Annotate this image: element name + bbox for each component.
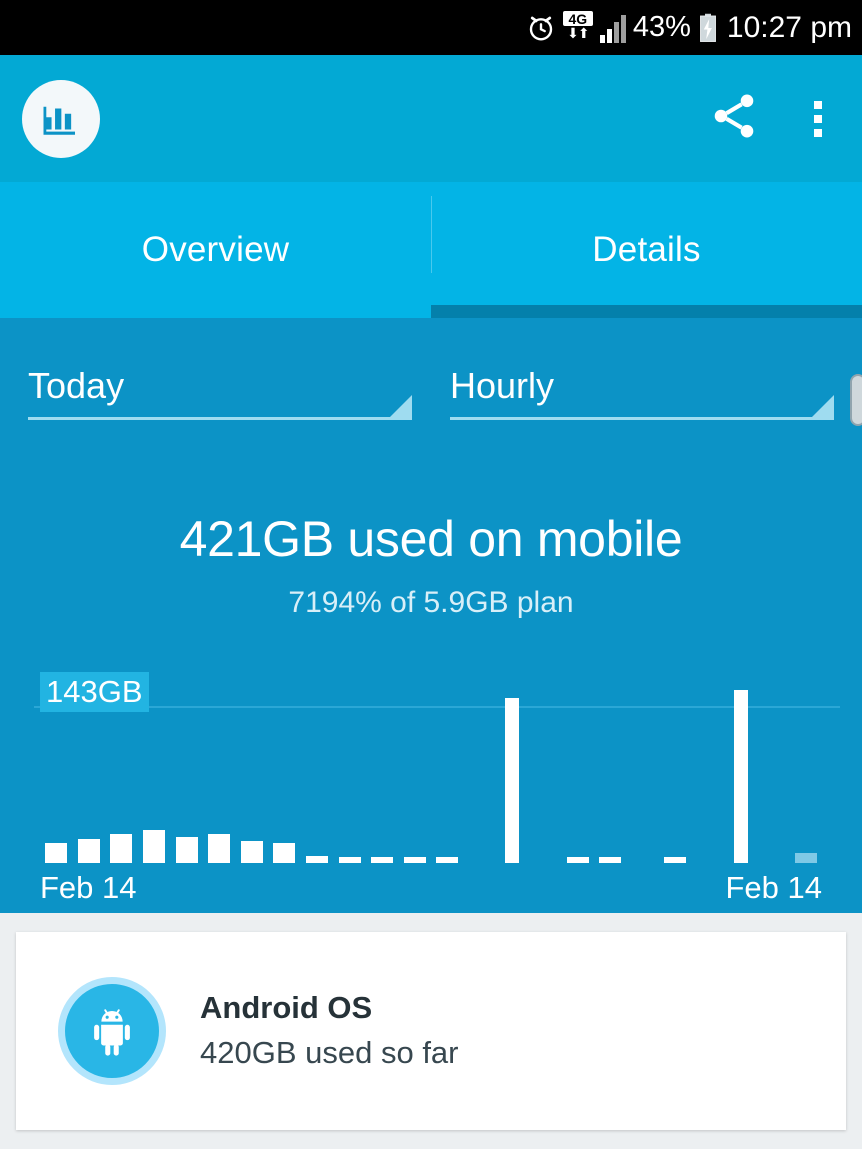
chart-bar <box>567 857 589 863</box>
usage-subline: 7194% of 5.9GB plan <box>0 586 862 620</box>
chart-bar <box>143 830 165 863</box>
chart-bar <box>241 841 263 863</box>
battery-percent-label: 43% <box>633 11 691 44</box>
clock-label: 10:27 pm <box>727 11 852 45</box>
bar-chart-logo-icon[interactable] <box>22 80 100 158</box>
chart-bar-current <box>795 853 817 863</box>
chart-bar <box>339 857 361 863</box>
app-name-label: Android OS <box>200 986 459 1030</box>
period-spinner[interactable]: Today <box>28 358 412 420</box>
dropdown-caret-icon <box>390 395 412 417</box>
overflow-menu-icon[interactable] <box>808 95 828 143</box>
app-usage-label: 420GB used so far <box>200 1030 459 1076</box>
alarm-clock-icon <box>526 13 556 43</box>
tab-overview[interactable]: Overview <box>0 182 431 318</box>
tab-details-label: Details <box>592 230 700 270</box>
granularity-spinner-value: Hourly <box>450 358 834 414</box>
network-type-label: 4G <box>563 11 593 26</box>
tab-details[interactable]: Details <box>431 182 862 318</box>
chart-bar <box>45 843 67 863</box>
chart-bar <box>371 857 393 863</box>
chart-bar <box>208 834 230 863</box>
chart-bar <box>599 857 621 863</box>
chart-bar <box>734 690 748 863</box>
tab-divider <box>431 196 432 273</box>
chart-bar <box>505 698 519 863</box>
chart-bar <box>306 856 328 863</box>
chart-bar <box>176 837 198 863</box>
filter-row: Today Hourly <box>0 358 862 420</box>
usage-headline: 421GB used on mobile <box>0 510 862 568</box>
chart-bar <box>404 857 426 863</box>
app-usage-list: Android OS 420GB used so far <box>0 913 862 1149</box>
usage-chart[interactable]: 143GB Feb 14 Feb 14 <box>0 648 862 913</box>
chart-xtick-right: Feb 14 <box>725 870 822 906</box>
android-robot-icon <box>58 977 166 1085</box>
granularity-spinner[interactable]: Hourly <box>450 358 834 420</box>
tab-overview-label: Overview <box>142 230 289 270</box>
vertical-scrollbar-thumb[interactable] <box>850 374 862 426</box>
chart-bar <box>664 857 686 863</box>
signal-bars-icon <box>600 13 626 43</box>
chart-bars <box>0 648 862 863</box>
dropdown-caret-icon <box>812 395 834 417</box>
period-spinner-value: Today <box>28 358 412 414</box>
network-4g-icon: 4G ⬇⬆ <box>563 11 593 45</box>
list-item[interactable]: Android OS 420GB used so far <box>16 932 846 1130</box>
chart-bar <box>436 857 458 863</box>
app-root: 4G ⬇⬆ 43% 10:27 pm <box>0 0 862 1149</box>
data-transfer-arrows-icon: ⬇⬆ <box>563 26 593 40</box>
battery-charging-icon <box>698 13 718 43</box>
chart-bar <box>273 843 295 863</box>
app-bar <box>0 55 862 182</box>
chart-xtick-left: Feb 14 <box>40 870 137 906</box>
status-bar: 4G ⬇⬆ 43% 10:27 pm <box>0 0 862 55</box>
share-icon[interactable] <box>708 90 760 147</box>
usage-panel: Today Hourly 421GB used on mobile 7194% … <box>0 318 862 913</box>
chart-bar <box>78 839 100 863</box>
tab-active-indicator <box>431 305 862 318</box>
chart-bar <box>110 834 132 863</box>
